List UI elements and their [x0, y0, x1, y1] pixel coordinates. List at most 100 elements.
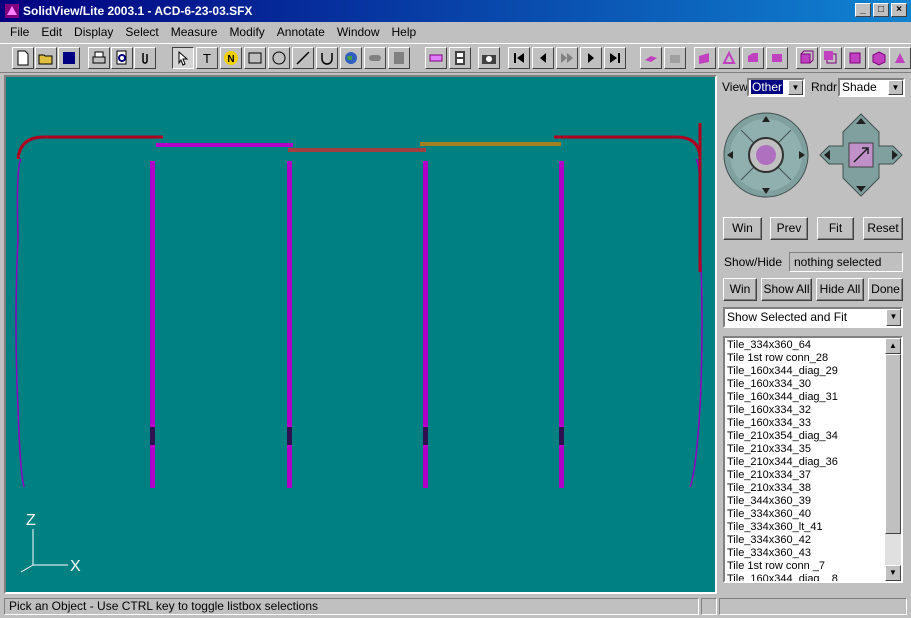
menu-help[interactable]: Help: [386, 25, 423, 39]
object-listbox[interactable]: Tile_334x360_64 Tile 1st row conn_28 Til…: [723, 336, 903, 583]
cube-front-icon[interactable]: [796, 47, 818, 69]
new-file-icon[interactable]: [12, 47, 34, 69]
cube-side-icon[interactable]: [844, 47, 866, 69]
list-item[interactable]: Tile_210x334_37: [727, 469, 885, 482]
list-item[interactable]: Tile_210x354_diag_34: [727, 430, 885, 443]
view-iso-icon[interactable]: [640, 47, 662, 69]
list-item[interactable]: Tile 1st row conn_28: [727, 352, 885, 365]
show-all-button[interactable]: Show All: [761, 278, 812, 301]
rotate-wheel-icon[interactable]: [723, 112, 811, 198]
rectangle-icon[interactable]: [244, 47, 266, 69]
rail-left: [16, 135, 163, 160]
hide-all-button[interactable]: Hide All: [816, 278, 864, 301]
list-item[interactable]: Tile_160x344_diag_29: [727, 365, 885, 378]
cube-persp-icon[interactable]: [889, 47, 911, 69]
text-tool-button[interactable]: T: [196, 47, 218, 69]
camera-icon[interactable]: [478, 47, 500, 69]
window-title: SolidView/Lite 2003.1 - ACD-6-23-03.SFX: [23, 4, 253, 18]
play-icon[interactable]: [556, 47, 578, 69]
model-canvas[interactable]: Z X: [6, 77, 715, 592]
prev-frame-icon[interactable]: [532, 47, 554, 69]
mode-value: Show Selected and Fit: [727, 310, 848, 324]
measure-icon[interactable]: [425, 47, 447, 69]
cube-iso-icon[interactable]: [868, 47, 890, 69]
print-preview-icon[interactable]: [111, 47, 133, 69]
render-label: Rndr: [811, 80, 838, 94]
menu-measure[interactable]: Measure: [165, 25, 224, 39]
list-item[interactable]: Tile 1st row conn _7: [727, 560, 885, 573]
scroll-down-icon[interactable]: ▼: [885, 565, 901, 581]
list-item[interactable]: Tile_160x334_33: [727, 417, 885, 430]
view-side-icon[interactable]: [718, 47, 740, 69]
film-icon[interactable]: [449, 47, 471, 69]
selection-status: nothing selected: [789, 252, 903, 272]
shape-icon[interactable]: [364, 47, 386, 69]
view-top-icon[interactable]: [742, 47, 764, 69]
block-icon[interactable]: [388, 47, 410, 69]
list-item[interactable]: Tile_344x360_39: [727, 495, 885, 508]
list-scrollbar[interactable]: ▲ ▼: [885, 338, 901, 581]
view-back-icon[interactable]: [766, 47, 788, 69]
next-frame-icon[interactable]: [580, 47, 602, 69]
menu-window[interactable]: Window: [331, 25, 386, 39]
prev-button[interactable]: Prev: [770, 217, 808, 240]
list-item[interactable]: Tile_334x360_lt_41: [727, 521, 885, 534]
menu-modify[interactable]: Modify: [223, 25, 270, 39]
note-tool-label: N: [227, 54, 234, 65]
control-panel: View Other ▼ Rndr Shade ▼ Win Prev Fit R…: [719, 75, 909, 594]
line-icon[interactable]: [292, 47, 314, 69]
render-value: Shade: [842, 80, 877, 94]
list-item[interactable]: Tile_334x360_40: [727, 508, 885, 521]
list-item[interactable]: Tile_210x334_35: [727, 443, 885, 456]
list-item[interactable]: Tile_210x344_diag_36: [727, 456, 885, 469]
first-frame-icon[interactable]: [508, 47, 530, 69]
showhide-win-button[interactable]: Win: [723, 278, 757, 301]
menu-bar: File Edit Display Select Measure Modify …: [0, 22, 911, 42]
open-folder-icon[interactable]: [35, 47, 57, 69]
menu-file[interactable]: File: [4, 25, 35, 39]
reset-button[interactable]: Reset: [863, 217, 903, 240]
model-viewport[interactable]: Z X: [4, 75, 717, 594]
note-tool-icon[interactable]: N: [220, 47, 242, 69]
list-item[interactable]: Tile_210x334_38: [727, 482, 885, 495]
close-button[interactable]: ×: [891, 3, 907, 17]
list-item[interactable]: Tile_160x344_diag__8: [727, 573, 885, 581]
pan-pad-icon[interactable]: [818, 112, 904, 198]
maximize-button[interactable]: □: [873, 3, 889, 17]
view-dropdown[interactable]: Other ▼: [747, 78, 805, 97]
menu-annotate[interactable]: Annotate: [271, 25, 331, 39]
list-item[interactable]: Tile_160x334_30: [727, 378, 885, 391]
attach-icon[interactable]: [134, 47, 156, 69]
print-icon[interactable]: [88, 47, 110, 69]
x-axis-label: X: [70, 558, 81, 575]
cube-top-icon[interactable]: [820, 47, 842, 69]
done-button[interactable]: Done: [868, 278, 903, 301]
menu-select[interactable]: Select: [119, 25, 164, 39]
color-swatch-icon[interactable]: [58, 47, 80, 69]
status-bar: Pick an Object - Use CTRL key to toggle …: [0, 597, 911, 618]
win-button[interactable]: Win: [723, 217, 762, 240]
list-item[interactable]: Tile_334x360_64: [727, 339, 885, 352]
view-value: Other: [751, 80, 784, 94]
globe-icon[interactable]: [340, 47, 362, 69]
list-item[interactable]: Tile_160x344_diag_31: [727, 391, 885, 404]
arc-icon[interactable]: [316, 47, 338, 69]
fit-button[interactable]: Fit: [817, 217, 854, 240]
pointer-icon[interactable]: [172, 47, 194, 69]
menu-display[interactable]: Display: [68, 25, 119, 39]
view-front-icon[interactable]: [694, 47, 716, 69]
list-item[interactable]: Tile_334x360_42: [727, 534, 885, 547]
list-item[interactable]: Tile_160x334_32: [727, 404, 885, 417]
scroll-up-icon[interactable]: ▲: [885, 338, 901, 354]
circle-icon[interactable]: [268, 47, 290, 69]
render-dropdown[interactable]: Shade ▼: [838, 78, 905, 97]
chevron-down-icon: ▼: [886, 309, 901, 326]
list-item[interactable]: Tile_334x360_43: [727, 547, 885, 560]
last-frame-icon[interactable]: [604, 47, 626, 69]
mode-dropdown[interactable]: Show Selected and Fit ▼: [723, 307, 903, 328]
post-4-dark: [559, 427, 564, 445]
menu-edit[interactable]: Edit: [35, 25, 68, 39]
scroll-thumb[interactable]: [885, 354, 901, 534]
view-flat-icon[interactable]: [664, 47, 686, 69]
minimize-button[interactable]: _: [855, 3, 871, 17]
